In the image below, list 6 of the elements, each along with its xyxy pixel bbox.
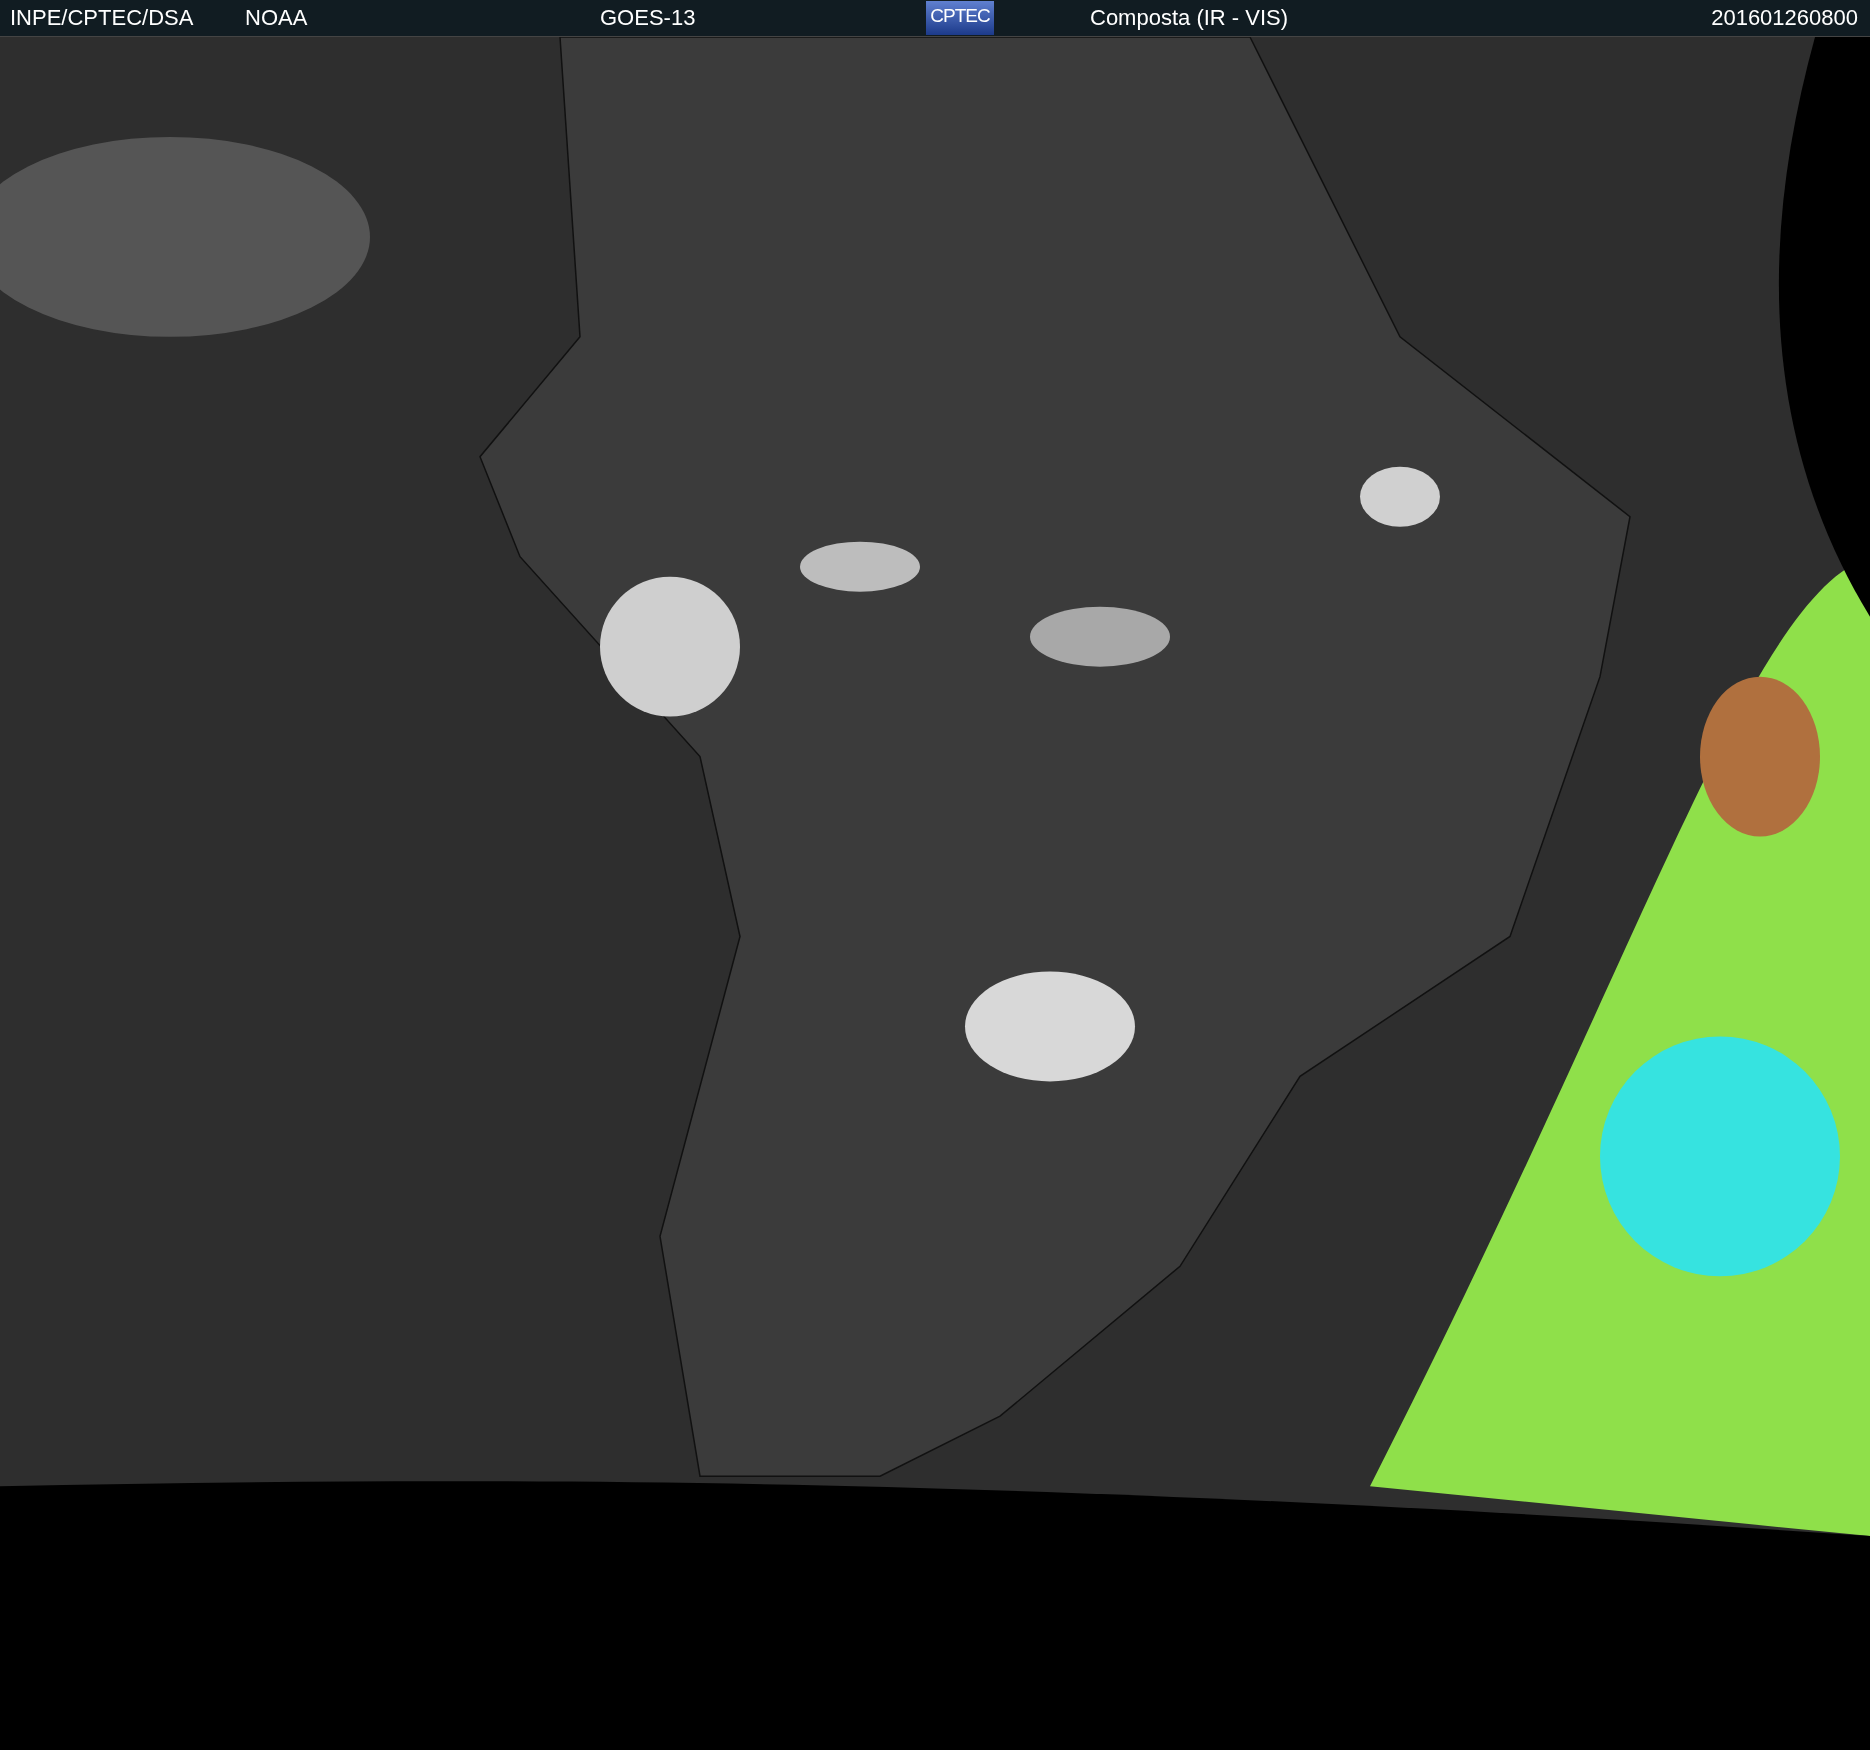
timestamp-label: 201601260800 (1711, 5, 1858, 31)
satellite-label: GOES-13 (600, 5, 696, 31)
product-label: Composta (IR - VIS) (1090, 5, 1289, 31)
source-label: NOAA (245, 5, 308, 31)
agency-label: INPE/CPTEC/DSA (10, 5, 194, 31)
logo: CPTEC (926, 1, 994, 35)
